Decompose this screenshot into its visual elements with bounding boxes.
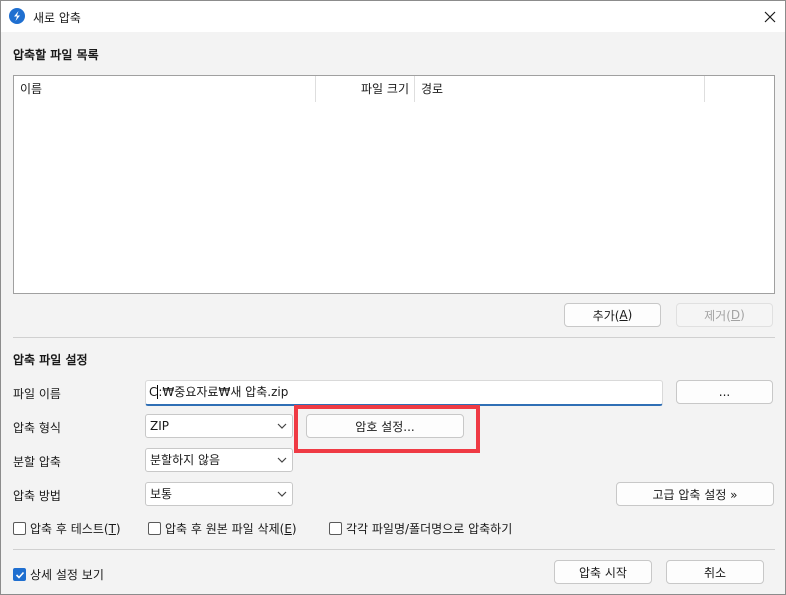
file-list-section-title: 압축할 파일 목록 — [13, 48, 99, 62]
chevron-down-icon — [277, 423, 287, 429]
column-header-size[interactable]: 파일 크기 — [316, 76, 415, 102]
filename-value-prefix: C — [149, 385, 158, 399]
filename-input[interactable]: C:₩중요자료₩새 압축.zip — [145, 380, 663, 406]
remove-button-key: D — [730, 308, 741, 322]
split-value: 분할하지 않음 — [150, 453, 221, 467]
add-button-key: A — [619, 308, 628, 322]
checkbox-box — [13, 522, 26, 535]
chevron-down-icon — [277, 491, 287, 497]
show-details-label: 상세 설정 보기 — [30, 568, 104, 582]
app-logo-icon — [9, 8, 25, 24]
show-details-checkbox[interactable]: 상세 설정 보기 — [13, 566, 104, 583]
checkbox-box — [329, 522, 342, 535]
add-button[interactable]: 추가(A) — [564, 303, 661, 327]
filename-label: 파일 이름 — [13, 387, 61, 401]
delete-checkbox-label: 압축 후 원본 파일 삭제( — [165, 522, 285, 536]
test-checkbox-close: ) — [115, 521, 121, 536]
title-bar: 새로 압축 — [1, 1, 785, 32]
format-label: 압축 형식 — [13, 421, 61, 435]
checkbox-box-checked — [13, 568, 26, 581]
close-button[interactable] — [755, 1, 785, 32]
browse-button[interactable]: ... — [676, 380, 773, 404]
format-value: ZIP — [150, 419, 169, 433]
checkbox-box — [148, 522, 161, 535]
column-header-path[interactable]: 경로 — [415, 76, 705, 102]
delete-original-checkbox[interactable]: 압축 후 원본 파일 삭제(E) — [148, 520, 297, 537]
new-compress-dialog: 새로 압축 압축할 파일 목록 이름 파일 크기 경로 추가(A) 제거(D) … — [0, 0, 786, 595]
settings-section-title: 압축 파일 설정 — [13, 353, 88, 367]
test-after-compress-checkbox[interactable]: 압축 후 테스트(T) — [13, 520, 121, 537]
checkmark-icon — [15, 571, 24, 579]
delete-checkbox-key: E — [284, 521, 292, 536]
close-icon — [764, 11, 776, 22]
advanced-settings-button[interactable]: 고급 압축 설정 » — [616, 482, 774, 506]
add-button-close: ) — [627, 308, 633, 322]
format-select[interactable]: ZIP — [145, 414, 293, 438]
start-compress-button[interactable]: 압축 시작 — [554, 560, 652, 584]
split-select[interactable]: 분할하지 않음 — [145, 448, 293, 472]
filename-value-suffix: :₩중요자료₩새 압축.zip — [158, 385, 289, 399]
test-checkbox-key: T — [108, 521, 116, 536]
split-label: 분할 압축 — [13, 455, 61, 469]
window-title: 새로 압축 — [33, 11, 81, 25]
method-label: 압축 방법 — [13, 489, 61, 503]
delete-checkbox-close: ) — [291, 521, 297, 536]
column-header-name[interactable]: 이름 — [14, 76, 316, 102]
footer-divider — [13, 549, 775, 550]
method-value: 보통 — [150, 487, 173, 501]
file-list[interactable]: 이름 파일 크기 경로 — [13, 75, 775, 294]
remove-button-label: 제거( — [704, 308, 731, 323]
remove-button-close: ) — [740, 308, 745, 322]
password-button-highlight — [294, 405, 480, 453]
section-divider — [13, 337, 775, 338]
each-checkbox-label: 각각 파일명/폴더명으로 압축하기 — [346, 522, 513, 536]
cancel-button[interactable]: 취소 — [666, 560, 764, 584]
method-select[interactable]: 보통 — [145, 482, 293, 506]
compress-each-checkbox[interactable]: 각각 파일명/폴더명으로 압축하기 — [329, 520, 512, 537]
test-checkbox-label: 압축 후 테스트( — [30, 522, 109, 536]
chevron-down-icon — [277, 457, 287, 463]
remove-button[interactable]: 제거(D) — [676, 303, 773, 327]
add-button-label: 추가( — [592, 308, 620, 323]
